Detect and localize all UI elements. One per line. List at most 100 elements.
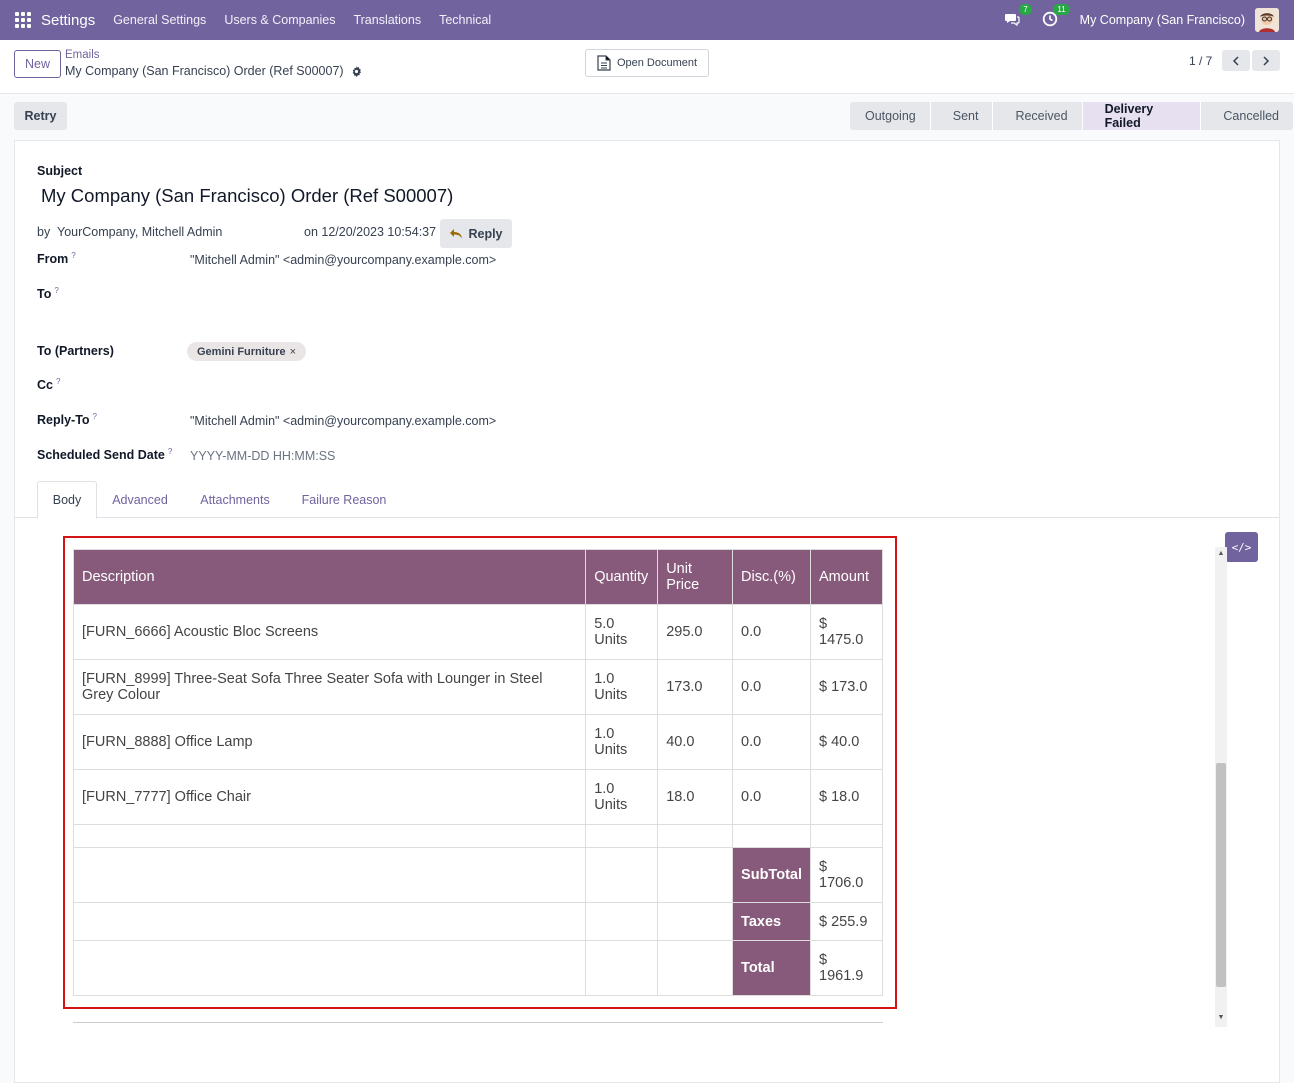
partner-tag-label: Gemini Furniture	[197, 345, 286, 358]
company-switcher[interactable]: My Company (San Francisco)	[1080, 13, 1245, 27]
cell-quantity: 5.0 Units	[585, 604, 659, 660]
cell-description: [FURN_8888] Office Lamp	[72, 714, 587, 770]
reply-to-field[interactable]: "Mitchell Admin" <admin@yourcompany.exam…	[190, 414, 496, 428]
from-label: From?	[37, 251, 76, 266]
activities-clock-icon[interactable]: 11	[1042, 4, 1070, 29]
chevron-left-icon	[1232, 55, 1239, 66]
pager-next-button[interactable]	[1252, 50, 1280, 71]
to-help-tooltip[interactable]: ?	[54, 286, 58, 295]
scroll-up-icon[interactable]: ▲	[1216, 549, 1226, 559]
document-icon	[597, 55, 611, 71]
pager-value[interactable]: 1 / 7	[1189, 54, 1212, 68]
top-navbar: Settings General Settings Users & Compan…	[0, 0, 1294, 40]
taxes-row: Taxes $ 255.9	[72, 902, 883, 941]
header-amount: Amount	[810, 549, 883, 605]
retry-button[interactable]: Retry	[14, 102, 67, 130]
nav-users-companies[interactable]: Users & Companies	[224, 13, 335, 27]
cc-label-text: Cc	[37, 378, 53, 393]
remove-tag-icon[interactable]: ×	[290, 346, 296, 358]
stage-cancelled[interactable]: Cancelled	[1201, 102, 1294, 130]
stage-outgoing[interactable]: Outgoing	[850, 102, 931, 130]
cell-amount: $ 1475.0	[810, 604, 883, 660]
cell-discount: 0.0	[732, 659, 811, 715]
gear-icon[interactable]	[351, 65, 362, 77]
tab-advanced[interactable]: Advanced	[105, 481, 175, 518]
open-document-button[interactable]: Open Document	[585, 49, 709, 77]
from-help-tooltip[interactable]: ?	[71, 251, 75, 260]
notebook-tabs: Body Advanced Attachments Failure Reason	[15, 481, 1279, 519]
tab-body[interactable]: Body	[37, 481, 97, 519]
table-row: [FURN_8888] Office Lamp 1.0 Units 40.0 0…	[72, 714, 883, 770]
table-row: [FURN_6666] Acoustic Bloc Screens 5.0 Un…	[72, 604, 883, 660]
pager-previous-button[interactable]	[1222, 50, 1250, 71]
total-value: $ 1961.9	[810, 940, 883, 996]
partner-tag[interactable]: Gemini Furniture ×	[187, 342, 307, 361]
subtotal-value: $ 1706.0	[810, 847, 883, 903]
header-quantity: Quantity	[585, 549, 659, 605]
cell-unit-price: 18.0	[657, 769, 734, 825]
form-sheet: Subject My Company (San Francisco) Order…	[14, 140, 1280, 1083]
from-label-text: From	[37, 252, 69, 267]
stage-received[interactable]: Received	[993, 102, 1083, 130]
cell-discount: 0.0	[732, 604, 811, 660]
cell-amount: $ 18.0	[810, 769, 883, 825]
tab-attachments[interactable]: Attachments	[190, 481, 280, 518]
activities-count-badge: 11	[1053, 4, 1070, 15]
table-row: [FURN_8999] Three-Seat Sofa Three Seater…	[72, 659, 883, 715]
code-view-button[interactable]: </>	[1225, 532, 1258, 562]
tab-failure-reason[interactable]: Failure Reason	[295, 481, 393, 518]
subject-field[interactable]: My Company (San Francisco) Order (Ref S0…	[41, 185, 453, 207]
to-label-text: To	[37, 287, 52, 302]
cell-unit-price: 295.0	[657, 604, 734, 660]
reply-to-help-tooltip[interactable]: ?	[93, 412, 97, 421]
header-description: Description	[72, 549, 587, 605]
body-scrollbar-thumb[interactable]	[1216, 763, 1226, 987]
cell-description: [FURN_8999] Three-Seat Sofa Three Seater…	[72, 659, 587, 715]
cell-amount: $ 173.0	[810, 659, 883, 715]
from-field[interactable]: "Mitchell Admin" <admin@yourcompany.exam…	[190, 253, 496, 267]
reply-label: Reply	[468, 226, 503, 241]
reply-to-label-text: Reply-To	[37, 413, 90, 428]
reply-to-label: Reply-To?	[37, 412, 97, 427]
apps-menu-icon[interactable]	[15, 12, 31, 28]
cell-unit-price: 40.0	[657, 714, 734, 770]
stage-delivery-failed[interactable]: Delivery Failed	[1082, 102, 1202, 130]
app-title[interactable]: Settings	[41, 12, 95, 29]
scheduled-help-tooltip[interactable]: ?	[168, 447, 172, 456]
cc-help-tooltip[interactable]: ?	[56, 377, 60, 386]
nav-technical[interactable]: Technical	[439, 13, 491, 27]
taxes-label: Taxes	[732, 902, 811, 941]
message-date: on 12/20/2023 10:54:37	[304, 225, 437, 239]
cell-discount: 0.0	[732, 714, 811, 770]
table-row: [FURN_7777] Office Chair 1.0 Units 18.0 …	[72, 769, 883, 825]
scheduled-date-input[interactable]: YYYY-MM-DD HH:MM:SS	[190, 449, 335, 463]
author-name[interactable]: YourCompany, Mitchell Admin	[57, 225, 222, 239]
status-bar: Outgoing Sent Received Delivery Failed C…	[850, 102, 1294, 130]
reply-arrow-icon	[450, 229, 463, 239]
open-document-label: Open Document	[616, 57, 698, 69]
empty-row	[72, 824, 883, 848]
scheduled-date-label: Scheduled Send Date?	[37, 447, 172, 462]
user-avatar[interactable]	[1255, 8, 1279, 32]
breadcrumb-current: My Company (San Francisco) Order (Ref S0…	[65, 64, 362, 78]
messages-icon[interactable]: 7	[1004, 4, 1032, 29]
stage-sent[interactable]: Sent	[930, 102, 994, 130]
cell-description: [FURN_7777] Office Chair	[72, 769, 587, 825]
order-lines-table: Description Quantity Unit Price Disc.(%)…	[72, 549, 883, 996]
subtotal-label: SubTotal	[732, 847, 811, 903]
cell-unit-price: 173.0	[657, 659, 734, 715]
total-row: Total $ 1961.9	[72, 940, 883, 996]
cell-quantity: 1.0 Units	[585, 659, 659, 715]
to-label: To?	[37, 286, 59, 301]
reply-button[interactable]: Reply	[440, 219, 512, 248]
nav-translations[interactable]: Translations	[353, 13, 421, 27]
chevron-right-icon	[1263, 55, 1270, 66]
subject-label: Subject	[37, 164, 83, 178]
new-button[interactable]: New	[14, 50, 61, 78]
scroll-down-icon[interactable]: ▼	[1216, 1013, 1226, 1023]
breadcrumb-current-label: My Company (San Francisco) Order (Ref S0…	[65, 64, 344, 78]
breadcrumb-emails[interactable]: Emails	[65, 49, 100, 61]
messages-count-badge: 7	[1019, 4, 1032, 15]
by-prefix: by	[37, 225, 51, 239]
nav-general-settings[interactable]: General Settings	[113, 13, 206, 27]
